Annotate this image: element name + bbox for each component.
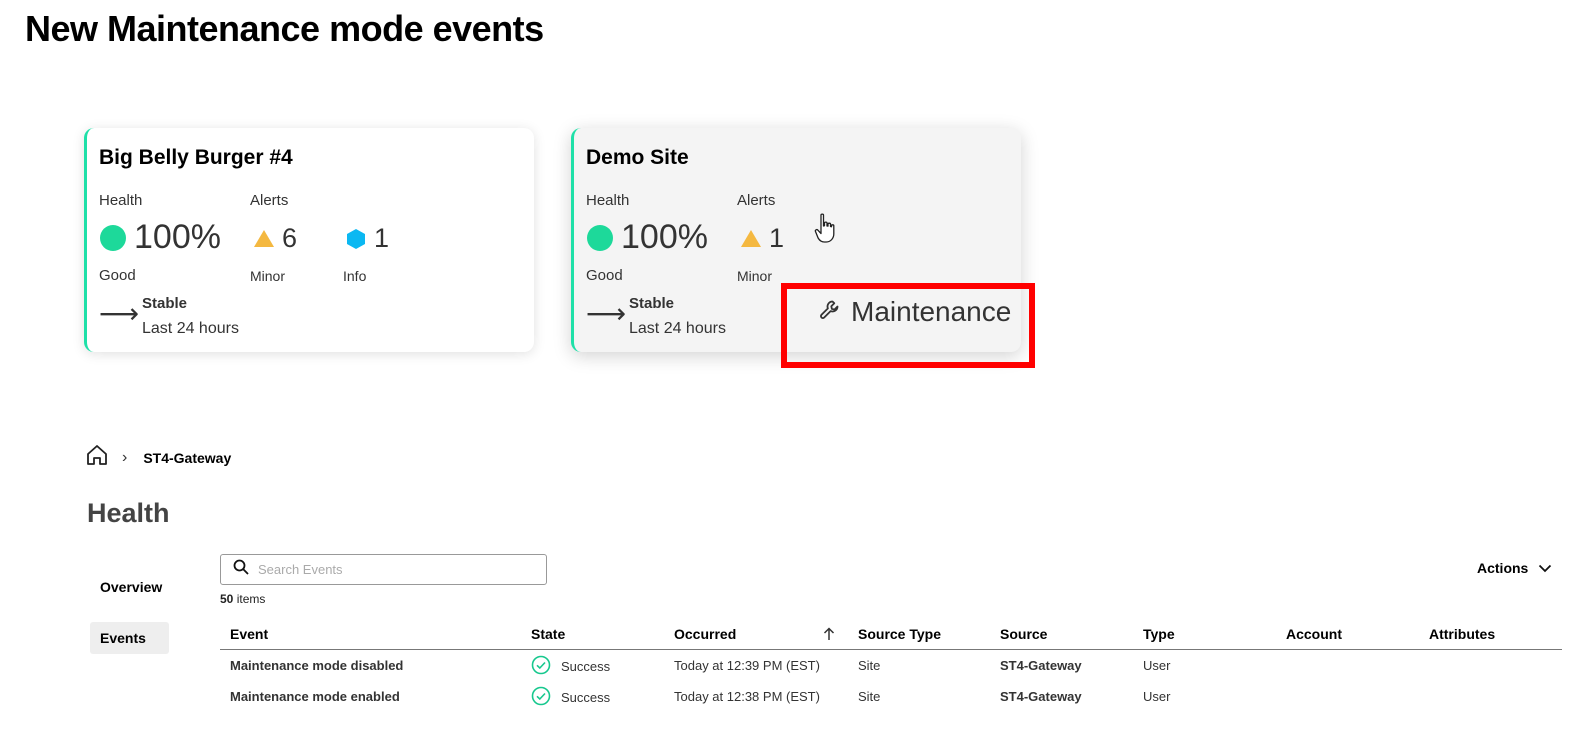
maintenance-badge[interactable]: Maintenance [818, 296, 1011, 328]
cell-type: User [1143, 658, 1171, 673]
cell-occurred: Today at 12:38 PM (EST) [674, 689, 820, 704]
info-alert-hexagon-icon [347, 229, 365, 249]
items-count-number: 50 [220, 592, 234, 606]
search-input[interactable] [258, 562, 528, 577]
cell-type: User [1143, 689, 1171, 704]
success-check-icon [531, 686, 551, 709]
cell-event: Maintenance mode disabled [230, 658, 404, 673]
cell-state: Success [531, 686, 610, 709]
column-header-type[interactable]: Type [1143, 626, 1175, 642]
breadcrumb: › ST4-Gateway [86, 444, 231, 471]
trend-title: Stable [629, 295, 675, 312]
cell-source[interactable]: ST4-Gateway [1000, 658, 1082, 673]
items-count: 50 items [220, 592, 265, 606]
cell-source[interactable]: ST4-Gateway [1000, 689, 1082, 704]
site-card-title: Demo Site [586, 146, 689, 169]
arrow-up-icon[interactable] [823, 627, 835, 644]
health-status: Good [586, 267, 623, 284]
minor-label: Minor [737, 268, 773, 284]
state-label: Success [561, 659, 611, 674]
search-icon [233, 559, 249, 580]
minor-label: Minor [250, 268, 286, 284]
cell-occurred: Today at 12:39 PM (EST) [674, 658, 820, 673]
home-icon[interactable] [86, 444, 108, 471]
cell-source-type: Site [858, 658, 881, 673]
items-count-suffix: items [236, 592, 266, 606]
site-card-title: Big Belly Burger #4 [99, 146, 293, 169]
table-row[interactable]: Maintenance mode enabled Success Today a… [220, 681, 1562, 712]
cell-source-type: Site [858, 689, 881, 704]
page-title: New Maintenance mode events [25, 8, 544, 49]
nav-item-overview[interactable]: Overview [100, 579, 162, 595]
column-header-state[interactable]: State [531, 626, 565, 642]
breadcrumb-current[interactable]: ST4-Gateway [143, 450, 231, 466]
health-good-dot-icon [100, 225, 126, 251]
maintenance-label: Maintenance [851, 296, 1012, 327]
success-check-icon [531, 655, 551, 678]
trend-arrow-right-icon: ⟶ [586, 298, 627, 329]
chevron-down-icon [1538, 560, 1552, 576]
info-alert-count: 1 [374, 223, 390, 253]
trend-period: Last 24 hours [142, 320, 239, 337]
minor-alert-count: 1 [769, 223, 785, 253]
health-label: Health [99, 192, 143, 209]
trend-period: Last 24 hours [629, 320, 726, 337]
nav-item-events[interactable]: Events [90, 622, 169, 654]
cell-state: Success [531, 655, 610, 678]
search-box[interactable] [220, 554, 547, 585]
events-table: Event State Occurred Source Type Source … [220, 618, 1562, 712]
trend-title: Stable [142, 295, 188, 312]
cell-event: Maintenance mode enabled [230, 689, 400, 704]
minor-alert-triangle-icon [254, 230, 274, 247]
alerts-label: Alerts [737, 192, 776, 209]
column-header-source-type[interactable]: Source Type [858, 626, 941, 642]
health-status: Good [99, 267, 136, 284]
column-header-attributes[interactable]: Attributes [1429, 626, 1495, 642]
health-value: 100% [134, 218, 221, 256]
trend-arrow-right-icon: ⟶ [99, 298, 140, 329]
chevron-right-icon: › [122, 448, 128, 466]
column-header-occurred[interactable]: Occurred [674, 626, 736, 642]
health-value: 100% [621, 218, 708, 256]
wrench-icon [818, 298, 842, 327]
health-good-dot-icon [587, 225, 613, 251]
minor-alert-count: 6 [282, 223, 298, 253]
column-header-event[interactable]: Event [230, 626, 268, 642]
site-card-big-belly-burger[interactable]: Big Belly Burger #4 Health Alerts 100% 6… [84, 128, 534, 352]
table-row[interactable]: Maintenance mode disabled Success Today … [220, 650, 1562, 681]
actions-menu-button[interactable]: Actions [1477, 560, 1552, 576]
column-header-account[interactable]: Account [1286, 626, 1342, 642]
state-label: Success [561, 690, 611, 705]
health-label: Health [586, 192, 630, 209]
hand-pointer-cursor-icon [813, 212, 839, 249]
alerts-label: Alerts [250, 192, 289, 209]
actions-label: Actions [1477, 560, 1529, 576]
section-title: Health [87, 498, 170, 528]
info-label: Info [343, 268, 367, 284]
minor-alert-triangle-icon [741, 230, 761, 247]
column-header-source[interactable]: Source [1000, 626, 1047, 642]
table-header: Event State Occurred Source Type Source … [220, 618, 1562, 650]
